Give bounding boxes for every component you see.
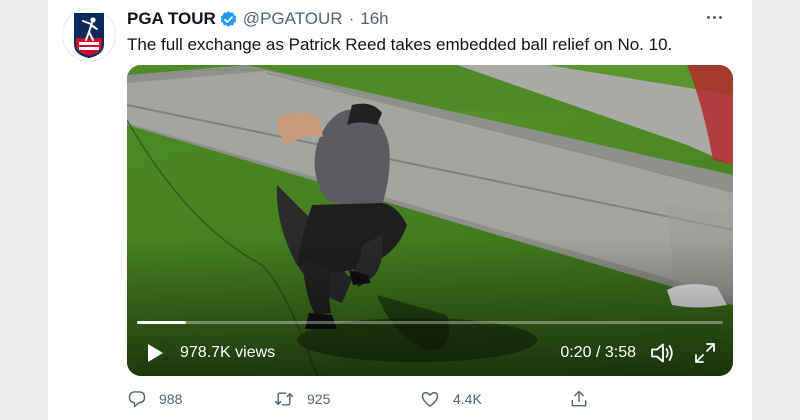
retweet-button[interactable]: 925 bbox=[273, 387, 330, 411]
timestamp[interactable]: 16h bbox=[360, 9, 388, 29]
video-progress-bar[interactable] bbox=[137, 321, 723, 324]
reply-button[interactable]: 988 bbox=[127, 387, 182, 411]
more-icon[interactable] bbox=[700, 6, 728, 28]
video-progress-fill bbox=[137, 321, 187, 324]
pga-tour-logo-icon bbox=[74, 13, 104, 58]
display-name[interactable]: PGA TOUR bbox=[127, 9, 216, 29]
retweet-icon bbox=[274, 392, 294, 406]
tweet-text: The full exchange as Patrick Reed takes … bbox=[127, 35, 673, 54]
volume-icon[interactable] bbox=[650, 341, 676, 365]
fullscreen-icon[interactable] bbox=[693, 341, 717, 365]
reply-count: 988 bbox=[159, 391, 183, 407]
user-handle[interactable]: @PGATOUR bbox=[243, 9, 343, 29]
video-timecode: 0:20 / 3:58 bbox=[560, 344, 636, 361]
reply-icon bbox=[128, 391, 146, 408]
tweet-actions: 988 925 4.4K bbox=[127, 387, 733, 411]
share-button[interactable] bbox=[569, 387, 601, 411]
like-icon bbox=[421, 392, 439, 407]
tweet-card[interactable]: PGA TOUR @PGATOUR · 16h The full exchang… bbox=[48, 0, 752, 420]
share-icon bbox=[571, 390, 587, 407]
like-button[interactable]: 4.4K bbox=[419, 387, 482, 411]
tweet-header: PGA TOUR @PGATOUR · 16h bbox=[127, 8, 389, 30]
video-player[interactable]: 978.7K views 0:20 / 3:58 bbox=[127, 65, 733, 376]
retweet-count: 925 bbox=[307, 391, 331, 407]
video-frame bbox=[127, 65, 733, 376]
verified-badge-icon bbox=[219, 10, 238, 29]
play-icon[interactable] bbox=[145, 343, 165, 363]
video-controls: 978.7K views 0:20 / 3:58 bbox=[127, 333, 733, 373]
view-count: 978.7K views bbox=[180, 344, 276, 361]
like-count: 4.4K bbox=[453, 391, 482, 407]
avatar[interactable] bbox=[62, 8, 116, 62]
separator-dot: · bbox=[348, 9, 355, 28]
